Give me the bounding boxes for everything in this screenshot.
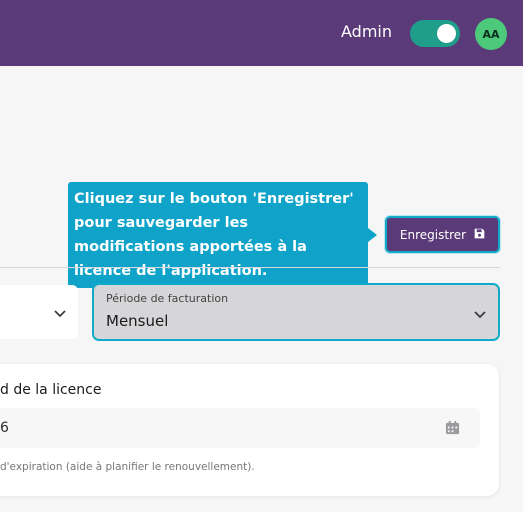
license-card: d de la licence 6 d'expiration (aide à p… bbox=[0, 364, 499, 496]
expiration-date-value: 6 bbox=[0, 420, 9, 436]
chevron-down-icon bbox=[474, 304, 486, 323]
tooltip-text: Cliquez sur le bouton 'Enregistrer' pour… bbox=[74, 191, 354, 279]
expiration-help-text: d'expiration (aide à planifier le renouv… bbox=[0, 461, 255, 473]
billing-period-value: Mensuel bbox=[106, 312, 169, 330]
billing-period-label: Période de facturation bbox=[106, 292, 229, 305]
guide-tooltip: Cliquez sur le bouton 'Enregistrer' pour… bbox=[68, 182, 368, 288]
billing-period-select[interactable]: Période de facturation Mensuel bbox=[92, 283, 500, 341]
avatar[interactable]: AA bbox=[475, 18, 507, 50]
license-card-title: d de la licence bbox=[0, 382, 102, 398]
calendar-icon[interactable] bbox=[445, 420, 460, 439]
admin-label: Admin bbox=[341, 22, 392, 41]
floppy-disk-icon bbox=[474, 228, 485, 242]
tooltip-arrow bbox=[368, 228, 377, 242]
top-bar: Admin AA bbox=[0, 0, 523, 66]
save-button-label: Enregistrer bbox=[399, 227, 467, 242]
chevron-down-icon bbox=[54, 303, 66, 322]
admin-toggle[interactable] bbox=[410, 20, 460, 47]
toggle-knob bbox=[437, 24, 456, 43]
save-button[interactable]: Enregistrer bbox=[385, 216, 500, 253]
left-select-field[interactable] bbox=[0, 285, 78, 339]
section-divider bbox=[0, 267, 500, 268]
expiration-date-input[interactable]: 6 bbox=[0, 408, 480, 448]
